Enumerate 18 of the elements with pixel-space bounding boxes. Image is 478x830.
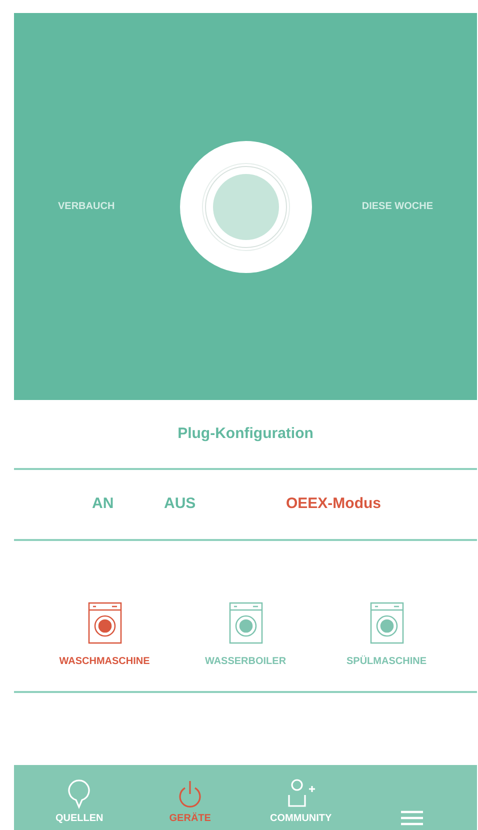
mode-tab[interactable]: AN — [90, 493, 150, 516]
power-icon — [177, 778, 204, 808]
mode-tab[interactable]: OEEX-Modus — [284, 493, 384, 516]
washing-machine-icon — [370, 602, 404, 644]
washing-machine-icon — [88, 602, 122, 644]
nav-tab[interactable]: COMMUNITY — [252, 770, 349, 826]
device-option[interactable]: WASCHMASCHINE — [44, 602, 164, 669]
mode-tab[interactable]: AUS — [162, 493, 272, 516]
speech-bubble-icon — [67, 778, 92, 808]
washing-machine-icon — [228, 602, 262, 644]
nav-tab[interactable]: QUELLEN — [31, 770, 128, 826]
period-label: DIESE WOCHE — [360, 200, 433, 214]
device-option[interactable]: WASSERBOILER — [186, 602, 306, 669]
device-option[interactable]: SPÜLMASCHINE — [326, 602, 446, 669]
section-title: Plug-Konfiguration — [178, 424, 314, 444]
consumption-label: VERBAUCH — [58, 200, 116, 214]
nav-tab[interactable]: GERÄTE — [142, 770, 238, 826]
menu-icon — [400, 810, 423, 826]
